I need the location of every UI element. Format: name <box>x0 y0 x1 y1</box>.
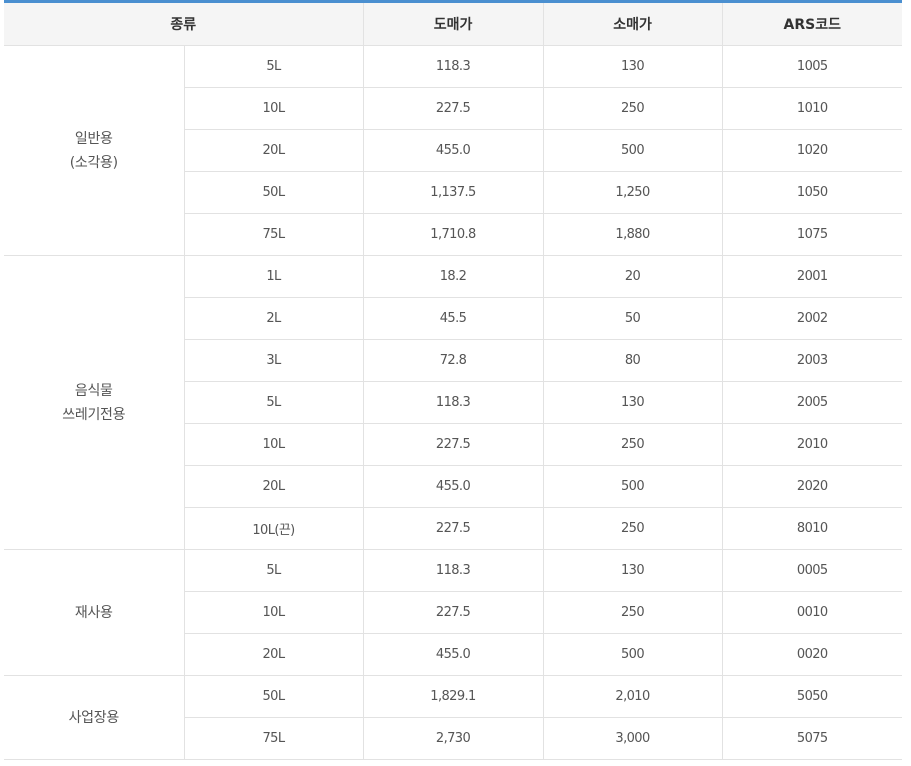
size-cell: 10L <box>183 591 364 634</box>
ars-code-cell: 5075 <box>721 717 903 760</box>
category-name-line: 쓰레기전용 <box>62 406 126 423</box>
wholesale-price-cell: 2,730 <box>362 717 544 760</box>
retail-price-cell: 500 <box>542 633 723 676</box>
retail-price-cell: 250 <box>542 423 723 466</box>
retail-price-cell: 130 <box>542 549 723 592</box>
category-cell: 재사용 <box>4 549 185 676</box>
header-row: 종류 도매가 소매가 ARS코드 <box>4 3 903 46</box>
ars-code-cell: 2001 <box>721 255 903 298</box>
table-row: 일반용 (소각용) 5L 118.3 130 1005 <box>4 45 903 256</box>
category-cell: 일반용 (소각용) <box>4 45 185 256</box>
size-cell: 2L <box>183 297 364 340</box>
retail-price-cell: 20 <box>542 255 723 298</box>
wholesale-price-cell: 118.3 <box>362 549 544 592</box>
size-cell: 20L <box>183 129 364 172</box>
retail-price-cell: 250 <box>542 87 723 130</box>
size-cell: 3L <box>183 339 364 382</box>
ars-code-cell: 2003 <box>721 339 903 382</box>
header-type: 종류 <box>4 3 364 46</box>
retail-price-cell: 3,000 <box>542 717 723 760</box>
category-name-line: 음식물 <box>74 382 113 399</box>
ars-code-cell: 2010 <box>721 423 903 466</box>
category-name-line: (소각용) <box>69 154 118 171</box>
table-row: 음식물 쓰레기전용 1L 18.2 20 2001 <box>4 255 903 550</box>
wholesale-price-cell: 45.5 <box>362 297 544 340</box>
wholesale-price-cell: 227.5 <box>362 87 544 130</box>
wholesale-price-cell: 1,137.5 <box>362 171 544 214</box>
ars-code-cell: 1050 <box>721 171 903 214</box>
ars-code-cell: 0010 <box>721 591 903 634</box>
retail-price-cell: 1,250 <box>542 171 723 214</box>
size-cell: 75L <box>183 213 364 256</box>
ars-code-cell: 1010 <box>721 87 903 130</box>
table-body: 일반용 (소각용) 5L 118.3 130 1005 10L 227.5 250 1010 20L… <box>4 45 903 760</box>
table-row: 사업장용 50L 1,829.1 2,010 5050 <box>4 675 903 760</box>
size-cell: 5L <box>183 381 364 424</box>
category-name-line: 일반용 <box>74 130 113 147</box>
header-wholesale: 도매가 <box>362 3 544 46</box>
retail-price-cell: 1,880 <box>542 213 723 256</box>
wholesale-price-cell: 18.2 <box>362 255 544 298</box>
retail-price-cell: 130 <box>542 45 723 88</box>
table-header: 종류 도매가 소매가 ARS코드 <box>4 3 903 46</box>
ars-code-cell: 1020 <box>721 129 903 172</box>
ars-code-cell: 1005 <box>721 45 903 88</box>
price-table-container: 종류 도매가 소매가 ARS코드 일반용 (소각용) 5L 118.3 130 1005 1… <box>4 0 903 760</box>
wholesale-price-cell: 227.5 <box>362 507 544 550</box>
wholesale-price-cell: 455.0 <box>362 633 544 676</box>
category-name-line: 사업장용 <box>68 709 120 726</box>
retail-price-cell: 500 <box>542 465 723 508</box>
header-ars-code: ARS코드 <box>721 3 903 46</box>
size-cell: 10L(끈) <box>183 507 364 550</box>
retail-price-cell: 80 <box>542 339 723 382</box>
price-table: 종류 도매가 소매가 ARS코드 일반용 (소각용) 5L 118.3 130 1005 1… <box>4 3 903 760</box>
ars-code-cell: 2002 <box>721 297 903 340</box>
size-cell: 20L <box>183 465 364 508</box>
wholesale-price-cell: 1,829.1 <box>362 675 544 718</box>
ars-code-cell: 0020 <box>721 633 903 676</box>
retail-price-cell: 500 <box>542 129 723 172</box>
header-retail: 소매가 <box>542 3 723 46</box>
wholesale-price-cell: 118.3 <box>362 381 544 424</box>
wholesale-price-cell: 455.0 <box>362 129 544 172</box>
retail-price-cell: 50 <box>542 297 723 340</box>
category-name-line: 재사용 <box>74 604 113 621</box>
category-cell: 사업장용 <box>4 675 185 760</box>
size-cell: 50L <box>183 675 364 718</box>
size-cell: 1L <box>183 255 364 298</box>
ars-code-cell: 0005 <box>721 549 903 592</box>
ars-code-cell: 2020 <box>721 465 903 508</box>
table-row: 재사용 5L 118.3 130 0005 <box>4 549 903 676</box>
retail-price-cell: 2,010 <box>542 675 723 718</box>
size-cell: 50L <box>183 171 364 214</box>
retail-price-cell: 130 <box>542 381 723 424</box>
size-cell: 5L <box>183 549 364 592</box>
ars-code-cell: 1075 <box>721 213 903 256</box>
category-cell: 음식물쓰레기전용 <box>4 255 185 550</box>
size-cell: 10L <box>183 423 364 466</box>
size-cell: 20L <box>183 633 364 676</box>
size-cell: 10L <box>183 87 364 130</box>
ars-code-cell: 5050 <box>721 675 903 718</box>
wholesale-price-cell: 72.8 <box>362 339 544 382</box>
wholesale-price-cell: 227.5 <box>362 423 544 466</box>
wholesale-price-cell: 118.3 <box>362 45 544 88</box>
wholesale-price-cell: 455.0 <box>362 465 544 508</box>
wholesale-price-cell: 1,710.8 <box>362 213 544 256</box>
size-cell: 75L <box>183 717 364 760</box>
retail-price-cell: 250 <box>542 507 723 550</box>
ars-code-cell: 8010 <box>721 507 903 550</box>
size-cell: 5L <box>183 45 364 88</box>
wholesale-price-cell: 227.5 <box>362 591 544 634</box>
retail-price-cell: 250 <box>542 591 723 634</box>
ars-code-cell: 2005 <box>721 381 903 424</box>
